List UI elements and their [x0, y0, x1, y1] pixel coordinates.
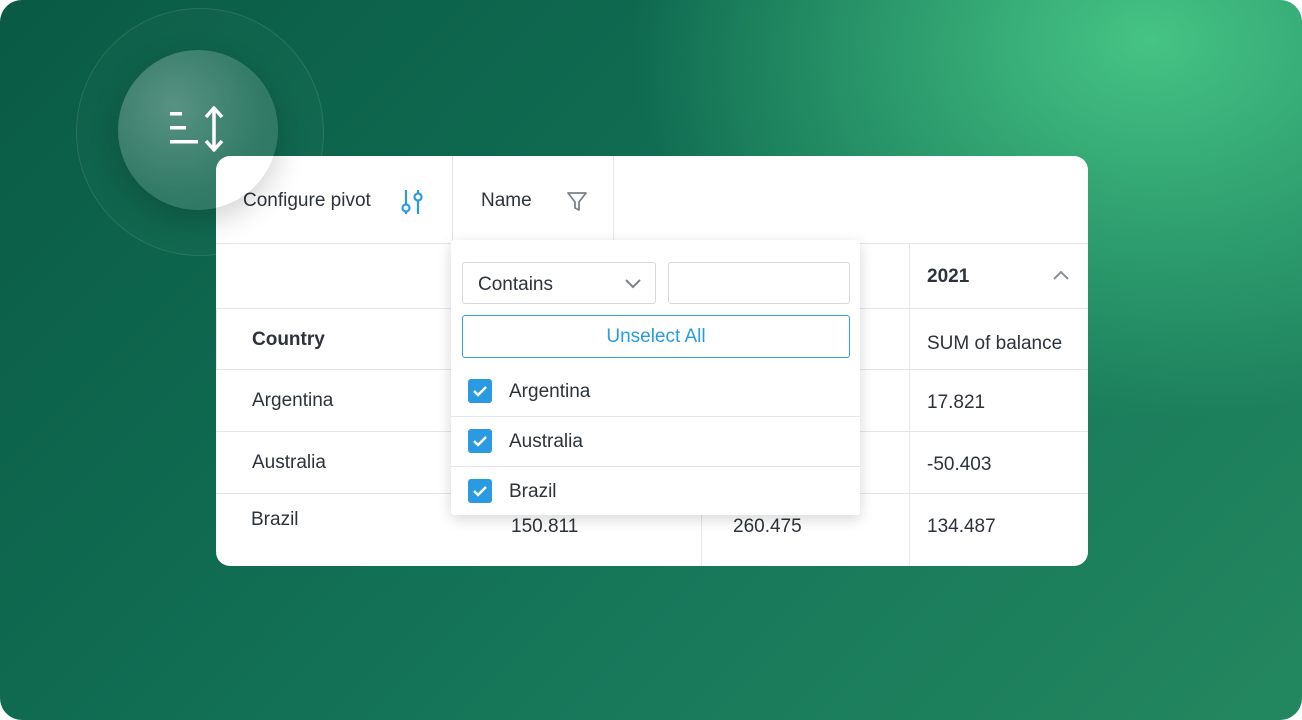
- filter-operator-value: Contains: [478, 274, 553, 295]
- row-country-cell: Argentina: [252, 390, 334, 411]
- filter-option-label: Argentina: [509, 381, 591, 402]
- name-field-label: Name: [481, 190, 532, 211]
- row-value-cell: 134.487: [927, 516, 996, 537]
- filter-option[interactable]: Argentina: [451, 367, 860, 416]
- row-value-cell: -50.403: [927, 454, 992, 475]
- row-value-cell: 150.811: [511, 516, 579, 537]
- filter-option[interactable]: Australia: [451, 417, 860, 466]
- sort-icon: [170, 106, 224, 152]
- filter-operator-select[interactable]: Contains: [462, 262, 656, 304]
- filter-search-input[interactable]: [668, 262, 850, 304]
- sliders-icon: [401, 190, 423, 214]
- grid-line: [909, 243, 910, 566]
- country-row-header: Country: [252, 329, 325, 350]
- filter-popup: Contains Unselect All Argentina Australi…: [451, 240, 860, 515]
- chevron-down-icon: [625, 279, 641, 289]
- measure-header: SUM of balance: [927, 333, 1063, 354]
- pivot-toolbar: Configure pivot Name: [216, 156, 1088, 244]
- filter-option[interactable]: Brazil: [451, 467, 860, 515]
- row-country-cell: Australia: [252, 452, 326, 473]
- row-value-cell: 260.475: [733, 516, 802, 537]
- filter-option-label: Brazil: [509, 481, 557, 502]
- filter-icon[interactable]: [566, 191, 588, 213]
- chevron-up-icon[interactable]: [1052, 268, 1070, 282]
- year-column-header[interactable]: 2021: [927, 266, 969, 288]
- configure-pivot-label: Configure pivot: [243, 190, 371, 211]
- checkbox-checked-icon[interactable]: [468, 429, 492, 453]
- grid-line: [216, 308, 217, 370]
- background: Configure pivot Name 2021 Country SUM of…: [0, 0, 1302, 720]
- row-value-cell: 17.821: [927, 392, 986, 413]
- unselect-all-button[interactable]: Unselect All: [462, 315, 850, 358]
- sort-badge: [118, 50, 278, 210]
- row-country-cell: Brazil: [251, 509, 299, 530]
- filter-option-label: Australia: [509, 431, 583, 452]
- name-field-chip[interactable]: Name: [452, 156, 614, 243]
- checkbox-checked-icon[interactable]: [468, 479, 492, 503]
- checkbox-checked-icon[interactable]: [468, 379, 492, 403]
